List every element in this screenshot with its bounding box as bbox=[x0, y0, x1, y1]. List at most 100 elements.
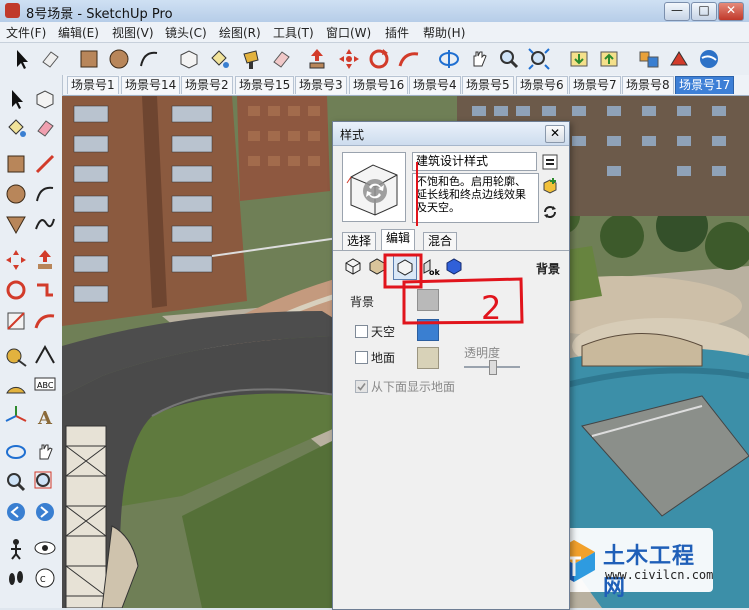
push-pull-icon[interactable] bbox=[32, 247, 58, 273]
menu-file[interactable]: 文件(F) bbox=[6, 24, 46, 41]
rectangle-icon[interactable] bbox=[3, 151, 29, 177]
zoom-extents-icon[interactable] bbox=[526, 46, 552, 72]
follow-me-icon[interactable] bbox=[32, 277, 58, 303]
rectangle-icon[interactable] bbox=[76, 46, 102, 72]
dialog-close-button[interactable]: ✕ bbox=[545, 125, 565, 143]
position-camera-icon[interactable] bbox=[3, 535, 29, 561]
arc-icon[interactable] bbox=[32, 181, 58, 207]
ground-checkbox[interactable] bbox=[355, 351, 368, 364]
polygon-icon[interactable] bbox=[3, 211, 29, 237]
scene-tab-6[interactable]: 场景号6 bbox=[516, 76, 568, 94]
dimension-icon[interactable] bbox=[32, 343, 58, 369]
edge-settings-icon[interactable] bbox=[343, 256, 363, 276]
google-earth-icon[interactable] bbox=[696, 46, 722, 72]
menu-tools[interactable]: 工具(T) bbox=[273, 24, 314, 41]
eraser-icon[interactable] bbox=[32, 115, 58, 141]
paint-icon[interactable] bbox=[238, 46, 264, 72]
freehand-icon[interactable] bbox=[32, 211, 58, 237]
ground-color-swatch[interactable] bbox=[417, 347, 439, 369]
maximize-button[interactable]: □ bbox=[691, 2, 717, 21]
scene-tab-1[interactable]: 场景号1 bbox=[67, 76, 119, 94]
zoom-icon[interactable] bbox=[496, 46, 522, 72]
scene-tab-16[interactable]: 场景号16 bbox=[349, 76, 409, 94]
select-icon[interactable] bbox=[8, 46, 34, 72]
menu-window[interactable]: 窗口(W) bbox=[326, 24, 371, 41]
arc-icon[interactable] bbox=[136, 46, 162, 72]
look-around-icon[interactable] bbox=[32, 535, 58, 561]
scene-tab-17[interactable]: 场景号17 bbox=[675, 76, 735, 94]
style-description-field[interactable]: 不饱和色。启用轮廓、延长线和终点边线效果及天空。 bbox=[412, 173, 539, 223]
close-button[interactable]: ✕ bbox=[718, 2, 744, 21]
section-plane-icon[interactable]: C bbox=[32, 565, 58, 591]
menu-edit[interactable]: 编辑(E) bbox=[58, 24, 99, 41]
zoom-window-icon[interactable] bbox=[32, 469, 58, 495]
push-pull-icon[interactable] bbox=[304, 46, 330, 72]
share-model-icon[interactable] bbox=[596, 46, 622, 72]
scene-tab-14[interactable]: 场景号14 bbox=[121, 76, 181, 94]
menu-draw[interactable]: 绘图(R) bbox=[219, 24, 261, 41]
background-settings-icon[interactable] bbox=[393, 254, 417, 280]
eraser-icon[interactable] bbox=[37, 46, 63, 72]
menu-camera[interactable]: 镜头(C) bbox=[165, 24, 207, 41]
pan-icon[interactable] bbox=[466, 46, 492, 72]
components-icon[interactable] bbox=[636, 46, 662, 72]
menu-view[interactable]: 视图(V) bbox=[112, 24, 154, 41]
zoom-extents-icon[interactable] bbox=[32, 499, 58, 525]
eraser-icon[interactable] bbox=[268, 46, 294, 72]
create-style-icon[interactable] bbox=[541, 177, 559, 195]
tape-measure-icon[interactable] bbox=[3, 343, 29, 369]
circle-icon[interactable] bbox=[3, 181, 29, 207]
protractor-icon[interactable] bbox=[3, 373, 29, 399]
make-component-icon[interactable] bbox=[176, 46, 202, 72]
paint-bucket-icon[interactable] bbox=[3, 115, 29, 141]
background-color-swatch[interactable] bbox=[417, 289, 439, 311]
sky-color-swatch[interactable] bbox=[417, 319, 439, 341]
zoom-icon[interactable] bbox=[3, 469, 29, 495]
transparency-slider-thumb[interactable] bbox=[489, 360, 497, 375]
move-icon[interactable] bbox=[336, 46, 362, 72]
scene-tab-2[interactable]: 场景号2 bbox=[181, 76, 233, 94]
scene-tab-8[interactable]: 场景号8 bbox=[622, 76, 674, 94]
paint-bucket-icon[interactable] bbox=[206, 46, 232, 72]
tab-mix[interactable]: 混合 bbox=[423, 232, 458, 250]
show-ground-from-below-checkbox[interactable] bbox=[355, 380, 368, 393]
follow-me-icon[interactable] bbox=[396, 46, 422, 72]
watermark-settings-icon[interactable]: ok bbox=[421, 256, 441, 277]
orbit-icon[interactable] bbox=[436, 46, 462, 72]
modeling-settings-icon[interactable] bbox=[444, 256, 464, 276]
axes-icon[interactable] bbox=[3, 403, 29, 429]
tab-edit[interactable]: 编辑 bbox=[381, 229, 416, 250]
dialog-title-bar[interactable]: 样式 ✕ bbox=[333, 122, 569, 146]
orbit-icon[interactable] bbox=[3, 439, 29, 465]
move-icon[interactable] bbox=[3, 247, 29, 273]
select-icon[interactable] bbox=[3, 86, 29, 112]
details-toggle-icon[interactable] bbox=[541, 153, 559, 171]
pan-icon[interactable] bbox=[32, 439, 58, 465]
face-settings-icon[interactable] bbox=[367, 256, 387, 276]
make-component-icon[interactable] bbox=[32, 86, 58, 112]
walk-icon[interactable] bbox=[3, 565, 29, 591]
scene-tab-4[interactable]: 场景号4 bbox=[409, 76, 461, 94]
text-icon[interactable]: ABC bbox=[32, 373, 58, 399]
circle-icon[interactable] bbox=[106, 46, 132, 72]
menu-help[interactable]: 帮助(H) bbox=[423, 24, 465, 41]
update-style-icon[interactable] bbox=[541, 203, 559, 221]
scene-tab-5[interactable]: 场景号5 bbox=[462, 76, 514, 94]
scene-tab-3[interactable]: 场景号3 bbox=[295, 76, 347, 94]
get-models-icon[interactable] bbox=[566, 46, 592, 72]
tab-select[interactable]: 选择 bbox=[342, 232, 377, 250]
rotate-icon[interactable] bbox=[366, 46, 392, 72]
style-name-field[interactable]: 建筑设计样式 bbox=[412, 152, 537, 171]
3d-text-icon[interactable]: A bbox=[32, 403, 58, 429]
offset-icon[interactable] bbox=[32, 308, 58, 334]
previous-view-icon[interactable] bbox=[3, 499, 29, 525]
line-icon[interactable] bbox=[32, 151, 58, 177]
menu-plugins[interactable]: 插件 bbox=[385, 24, 409, 41]
scale-icon[interactable] bbox=[3, 308, 29, 334]
scene-tab-7[interactable]: 场景号7 bbox=[569, 76, 621, 94]
sky-checkbox[interactable] bbox=[355, 325, 368, 338]
rotate-icon[interactable] bbox=[3, 277, 29, 303]
geo-location-icon[interactable] bbox=[666, 46, 692, 72]
minimize-button[interactable]: — bbox=[664, 2, 690, 21]
scene-tab-15[interactable]: 场景号15 bbox=[235, 76, 295, 94]
